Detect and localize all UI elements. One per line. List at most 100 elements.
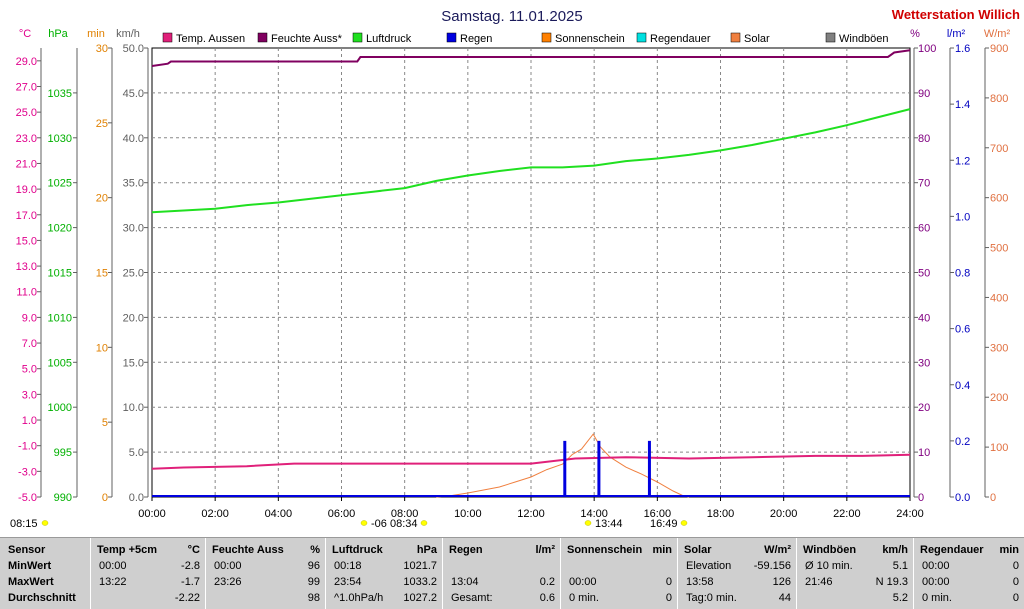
pressure-tick-label: 1020	[48, 223, 72, 235]
legend-swatch	[162, 32, 173, 43]
rain-bar	[563, 440, 567, 497]
marker-label: 16:49	[650, 518, 678, 530]
wind-tick-label: 50.0	[123, 43, 144, 55]
x-axis: 00:00 02:00 04:00 06:00 08:00 10:00 12:00 14:00…	[138, 497, 924, 520]
axis-unit-label: W/m²	[984, 28, 1011, 40]
summary-cell-value: -2.22	[174, 592, 200, 604]
humidity-tick-label: 100	[918, 43, 936, 55]
rain-bar	[647, 440, 651, 497]
legend-label: Solar	[744, 33, 770, 45]
rain-tick-label: 1.0	[955, 211, 970, 223]
x-tick-label: 04:00	[265, 508, 293, 520]
humidity-tick-label: 60	[918, 223, 930, 235]
duration-tick-label: 15	[96, 268, 108, 280]
rain-tick-label: 0.4	[955, 380, 970, 392]
rain-tick-label: 0.6	[955, 324, 970, 336]
temp-tick-label: -5.0	[18, 492, 37, 504]
temp-tick-label: 15.0	[16, 235, 37, 247]
humidity-tick-label: 10	[918, 447, 930, 459]
axis-unit-label: %	[910, 28, 920, 40]
pressure-tick-label: 1015	[48, 268, 72, 280]
rain-tick-label: 0.2	[955, 436, 970, 448]
x-tick-label: 18:00	[707, 508, 735, 520]
summary-cell-value: 5.2	[892, 592, 908, 604]
wind-tick-label: 5.0	[129, 447, 144, 459]
summary-column-title: Solar	[684, 544, 712, 556]
summary-cell-time: Ø 10 min.	[805, 560, 853, 572]
pressure-tick-label: 995	[54, 447, 72, 459]
summary-cell-value: 44	[778, 592, 791, 604]
x-tick-label: 22:00	[833, 508, 861, 520]
marker-dot	[360, 520, 368, 526]
marker-dot	[420, 520, 428, 526]
humidity-tick-label: 40	[918, 312, 930, 324]
x-tick-label: 00:00	[138, 508, 166, 520]
summary-cell-value: 0	[665, 592, 672, 604]
summary-column: Regendauer min 00:00 0 00:00 0 0 min. 0	[913, 538, 1024, 609]
summary-column-unit: min	[999, 544, 1019, 556]
solar-tick-label: 0	[990, 492, 996, 504]
wind-tick-label: 15.0	[123, 357, 144, 369]
marker-label: 08:15	[10, 518, 38, 530]
summary-column-title: Regendauer	[920, 544, 984, 556]
duration-tick-label: 25	[96, 118, 108, 130]
rain-bar	[597, 440, 601, 497]
summary-cell-time: Elevation	[686, 560, 732, 572]
pressure-tick-label: 1025	[48, 178, 72, 190]
row-label-sensor: Sensor	[8, 544, 46, 556]
solar-tick-label: 600	[990, 193, 1008, 205]
marker-label: -06	[371, 518, 387, 530]
summary-column-title: Feuchte Auss	[212, 544, 284, 556]
rain-tick-label: 0.8	[955, 268, 970, 280]
summary-cell-value: -2.8	[181, 560, 200, 572]
legend-label: Temp. Aussen	[176, 33, 245, 45]
humidity-tick-label: 20	[918, 402, 930, 414]
temp-tick-label: 17.0	[16, 210, 37, 222]
duration-tick-label: 10	[96, 342, 108, 354]
legend-label: Regen	[460, 33, 492, 45]
summary-cell-time: 00:00	[99, 560, 127, 572]
solar-tick-label: 700	[990, 143, 1008, 155]
summary-cell-time: Gesamt:	[451, 592, 493, 604]
summary-cell-time: 00:00	[569, 576, 597, 588]
summary-cell-value: 1021.7	[403, 560, 437, 572]
summary-cell-time: 0 min.	[569, 592, 599, 604]
summary-column-unit: l/m²	[535, 544, 555, 556]
summary-cell-value: 0.2	[539, 576, 555, 588]
temp-tick-label: 11.0	[16, 287, 37, 299]
summary-column-unit: W/m²	[764, 544, 791, 556]
wind-tick-label: 30.0	[123, 223, 144, 235]
station-brand: Wetterstation Willich	[892, 7, 1020, 22]
wind-tick-label: 20.0	[123, 312, 144, 324]
humidity-tick-label: 90	[918, 88, 930, 100]
summary-table: Sensor MinWert MaxWert Durchschnitt Temp…	[0, 537, 1024, 609]
summary-column-title: Regen	[449, 544, 483, 556]
summary-cell-value: 0	[1012, 576, 1019, 588]
temp-tick-label: 5.0	[22, 364, 37, 376]
solar-tick-label: 800	[990, 93, 1008, 105]
summary-cell-value: 0	[665, 576, 672, 588]
legend-swatch	[446, 32, 457, 43]
x-tick-label: 02:00	[201, 508, 229, 520]
legend-swatch	[636, 32, 647, 43]
legend-swatch	[257, 32, 268, 43]
marker-label: 08:34	[390, 518, 418, 530]
pressure-tick-label: 1035	[48, 88, 72, 100]
solar-tick-label: 300	[990, 342, 1008, 354]
legend-swatch	[541, 32, 552, 43]
x-tick-label: 12:00	[517, 508, 545, 520]
summary-column-title: Windböen	[803, 544, 857, 556]
summary-column-title: Sonnenschein	[567, 544, 643, 556]
marker-dot	[680, 520, 688, 526]
x-tick-label: 06:00	[328, 508, 356, 520]
summary-cell-time: Tag:0 min.	[686, 592, 737, 604]
humidity-tick-label: 80	[918, 133, 930, 145]
solar-tick-label: 200	[990, 392, 1008, 404]
summary-column: Windböen km/h Ø 10 min. 5.1 21:46 N 19.3 5.2	[796, 538, 914, 609]
summary-column: Temp +5cm °C 00:00 -2.8 13:22 -1.7 -2.22	[90, 538, 206, 609]
x-tick-label: 20:00	[770, 508, 798, 520]
chart-legend: Temp. Aussen Feuchte Auss* Luftdruck Regen S…	[162, 32, 889, 45]
axis-unit-label: hPa	[48, 28, 68, 40]
summary-column-unit: km/h	[882, 544, 908, 556]
summary-cell-value: 99	[307, 576, 320, 588]
